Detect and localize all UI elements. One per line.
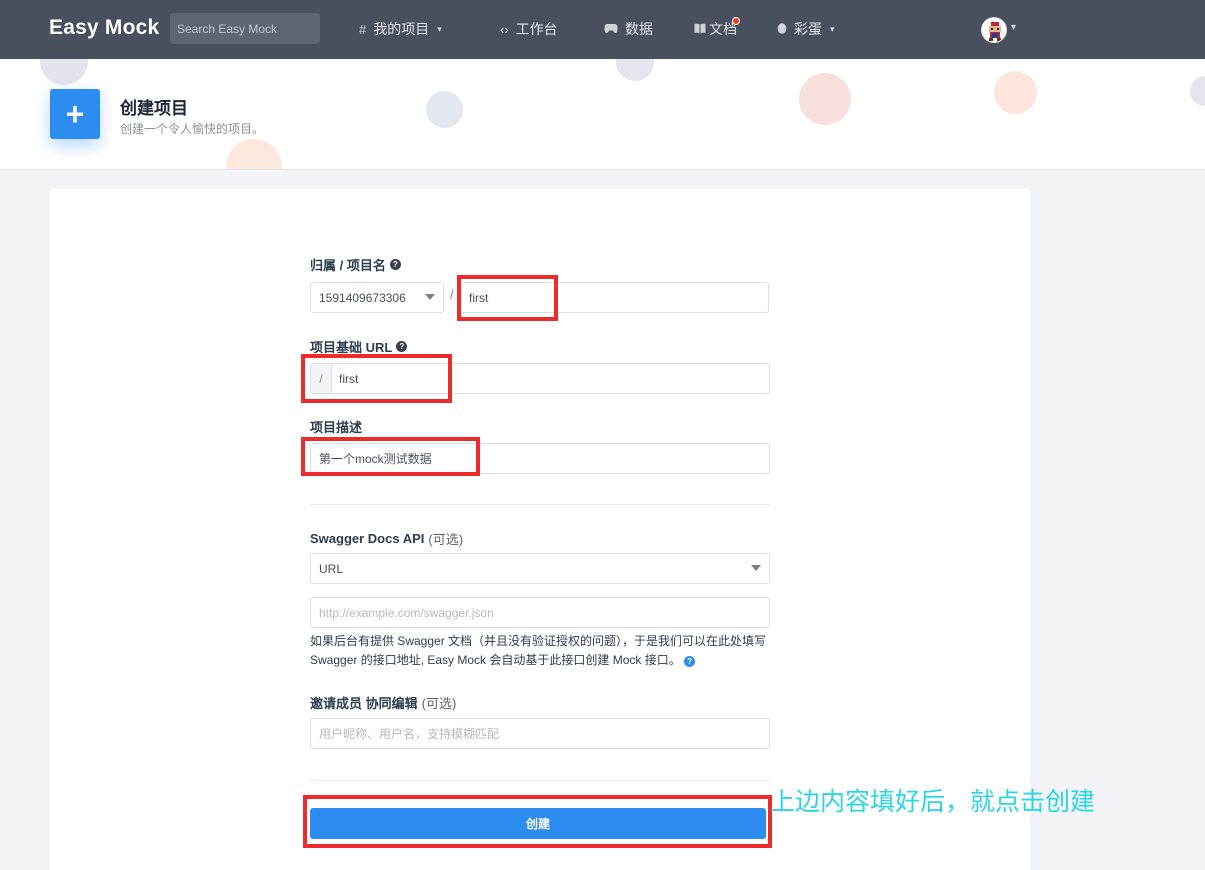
invite-label: 邀请成员 协同编辑 (可选): [310, 693, 456, 712]
nav-docs[interactable]: 文档: [694, 17, 740, 39]
project-name-input[interactable]: first: [460, 282, 769, 313]
description-value: 第一个mock测试数据: [319, 452, 432, 466]
code-icon: ‹›: [500, 21, 509, 37]
create-project-card: 归属 / 项目名 ? 1591409673306 / first 项目基础 UR…: [50, 189, 1030, 870]
decorative-bubble: [1190, 76, 1205, 106]
separator-slash: /: [450, 287, 454, 302]
owner-project-name-label: 归属 / 项目名 ?: [310, 255, 401, 274]
notification-dot: [732, 17, 740, 25]
description-label-text: 项目描述: [310, 420, 363, 435]
decorative-bubble: [40, 59, 88, 85]
decorative-bubble: [799, 73, 851, 125]
nav-my-projects[interactable]: # 我的项目 ▾: [359, 19, 442, 39]
nav-my-projects-label: 我的项目: [373, 21, 430, 37]
base-url-prefix: /: [311, 364, 332, 393]
description-label: 项目描述: [310, 417, 362, 436]
description-input[interactable]: 第一个mock测试数据: [310, 443, 770, 474]
nav-data-label: 数据: [625, 21, 653, 37]
egg-icon: [777, 21, 787, 37]
app-logo[interactable]: Easy Mock: [49, 16, 159, 40]
plus-icon: +: [50, 89, 100, 139]
divider: [310, 504, 770, 505]
project-name-value: first: [469, 290, 489, 305]
page-subtitle: 创建一个令人愉快的项目。: [120, 122, 265, 136]
top-navbar: Easy Mock # 我的项目 ▾ ‹› 工作台 数据 文档 彩蛋 ▾: [0, 0, 1205, 59]
gamepad-icon: [604, 21, 618, 37]
decorative-bubble: [616, 59, 654, 81]
optional-tag: (可选): [421, 696, 457, 711]
owner-select-value: 1591409673306: [319, 290, 406, 305]
caret-down-icon: [751, 565, 761, 571]
create-button[interactable]: 创建: [310, 808, 766, 839]
swagger-help-text-content: 如果后台有提供 Swagger 文档（并且没有验证授权的问题），于是我们可以在此…: [310, 634, 767, 667]
question-circle-icon[interactable]: ?: [396, 341, 408, 352]
nav-data[interactable]: 数据: [604, 19, 653, 39]
optional-tag: (可选): [428, 532, 464, 547]
swagger-help-text: 如果后台有提供 Swagger 文档（并且没有验证授权的问题），于是我们可以在此…: [310, 632, 772, 670]
base-url-input[interactable]: / first: [310, 363, 770, 394]
page-title: 创建项目: [120, 99, 188, 118]
nav-easter-egg-label: 彩蛋: [794, 21, 822, 37]
search-input[interactable]: [170, 13, 320, 44]
swagger-url-input[interactable]: http://example.com/swagger.json: [310, 597, 770, 628]
divider: [310, 780, 770, 781]
chevron-down-icon: ▾: [830, 23, 835, 34]
base-url-label: 项目基础 URL ?: [310, 337, 408, 356]
decorative-bubble: [226, 139, 282, 169]
nav-easter-egg[interactable]: 彩蛋 ▾: [777, 19, 835, 39]
chevron-down-icon: ▾: [437, 23, 442, 34]
base-url-value: first: [339, 371, 359, 386]
invite-placeholder: 用户昵称、用户名，支持模糊匹配: [319, 727, 500, 741]
annotation-text: 上边内容填好后，就点击创建: [770, 787, 1096, 816]
base-url-label-text: 项目基础 URL: [310, 340, 393, 355]
caret-down-icon: [425, 294, 435, 300]
swagger-label-text: Swagger Docs API: [310, 531, 425, 546]
owner-select[interactable]: 1591409673306: [310, 282, 444, 313]
invite-label-text: 邀请成员 协同编辑: [310, 696, 418, 711]
owner-project-name-label-text: 归属 / 项目名: [310, 258, 386, 273]
swagger-type-value: URL: [319, 561, 344, 576]
decorative-bubble: [994, 71, 1037, 114]
nav-workbench[interactable]: ‹› 工作台: [500, 19, 558, 39]
swagger-type-select[interactable]: URL: [310, 553, 770, 584]
question-circle-icon[interactable]: ?: [684, 656, 696, 667]
page-header: + 创建项目 创建一个令人愉快的项目。: [0, 59, 1205, 170]
hash-icon: #: [359, 21, 367, 37]
user-avatar[interactable]: [981, 17, 1007, 43]
chevron-down-icon[interactable]: ▾: [1011, 22, 1016, 33]
invite-members-input[interactable]: 用户昵称、用户名，支持模糊匹配: [310, 718, 770, 749]
book-icon: [694, 21, 706, 37]
swagger-label: Swagger Docs API (可选): [310, 529, 463, 548]
swagger-url-placeholder: http://example.com/swagger.json: [319, 605, 494, 620]
nav-workbench-label: 工作台: [515, 21, 558, 37]
question-circle-icon[interactable]: ?: [389, 259, 401, 270]
decorative-bubble: [426, 91, 463, 128]
